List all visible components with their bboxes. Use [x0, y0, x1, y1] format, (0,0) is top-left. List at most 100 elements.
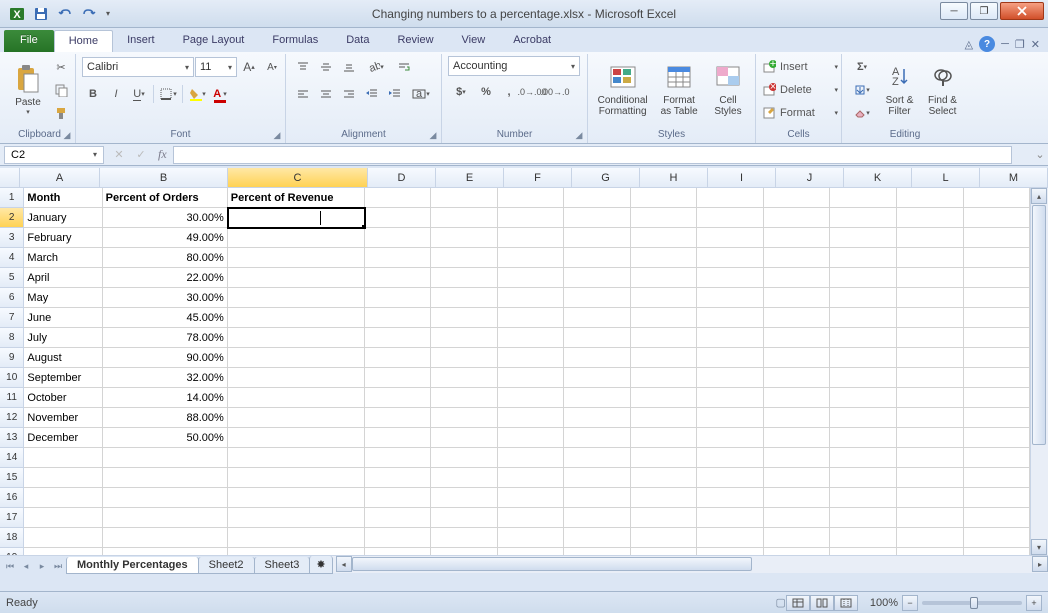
excel-icon[interactable]: X	[6, 3, 28, 25]
cell-A18[interactable]	[24, 528, 102, 548]
cell-C10[interactable]	[228, 368, 365, 388]
cell-I17[interactable]	[697, 508, 764, 528]
cell-L6[interactable]	[897, 288, 964, 308]
page-break-view-button[interactable]	[834, 595, 858, 611]
cell-C14[interactable]	[228, 448, 365, 468]
qat-customize-icon[interactable]: ▾	[102, 3, 114, 25]
cell-G18[interactable]	[564, 528, 631, 548]
cell-I1[interactable]	[697, 188, 764, 208]
underline-button[interactable]: U ▾	[128, 83, 150, 105]
cell-H4[interactable]	[631, 248, 698, 268]
cell-A11[interactable]: October	[24, 388, 102, 408]
clear-button[interactable]: ▾	[848, 102, 876, 124]
cell-L19[interactable]	[897, 548, 964, 555]
name-box[interactable]: C2▾	[4, 146, 104, 164]
row-header[interactable]: 4	[0, 248, 24, 268]
cell-A7[interactable]: June	[24, 308, 102, 328]
delete-cells-button[interactable]: ×Delete▾	[762, 79, 838, 101]
pagelayout-tab[interactable]: Page Layout	[169, 30, 259, 52]
cell-H17[interactable]	[631, 508, 698, 528]
cell-L13[interactable]	[897, 428, 964, 448]
cell-M2[interactable]	[964, 208, 1030, 228]
cell-L4[interactable]	[897, 248, 964, 268]
cell-F5[interactable]	[498, 268, 565, 288]
cell-C19[interactable]	[228, 548, 365, 555]
cell-B13[interactable]: 50.00%	[103, 428, 228, 448]
format-painter-icon[interactable]	[50, 102, 72, 124]
cell-M9[interactable]	[964, 348, 1030, 368]
cell-E14[interactable]	[431, 448, 498, 468]
cell-M14[interactable]	[964, 448, 1030, 468]
cell-G8[interactable]	[564, 328, 631, 348]
cell-K17[interactable]	[830, 508, 897, 528]
cell-M17[interactable]	[964, 508, 1030, 528]
cell-K4[interactable]	[830, 248, 897, 268]
cell-K5[interactable]	[830, 268, 897, 288]
cell-I12[interactable]	[697, 408, 764, 428]
cell-E4[interactable]	[431, 248, 498, 268]
cell-L10[interactable]	[897, 368, 964, 388]
font-launcher-icon[interactable]: ◢	[271, 129, 283, 141]
cell-L1[interactable]	[897, 188, 964, 208]
cell-J18[interactable]	[764, 528, 831, 548]
cell-D14[interactable]	[365, 448, 432, 468]
cell-D12[interactable]	[365, 408, 432, 428]
cell-B5[interactable]: 22.00%	[103, 268, 228, 288]
cell-D15[interactable]	[365, 468, 432, 488]
cell-J9[interactable]	[764, 348, 831, 368]
column-header-A[interactable]: A	[20, 168, 100, 187]
cell-I15[interactable]	[697, 468, 764, 488]
cell-G3[interactable]	[564, 228, 631, 248]
cell-B7[interactable]: 45.00%	[103, 308, 228, 328]
cell-F1[interactable]	[498, 188, 565, 208]
zoom-slider[interactable]	[922, 601, 1022, 605]
cell-K12[interactable]	[830, 408, 897, 428]
cell-M18[interactable]	[964, 528, 1030, 548]
paste-button[interactable]: Paste ▾	[10, 56, 46, 122]
row-header[interactable]: 15	[0, 468, 24, 488]
cell-C5[interactable]	[228, 268, 365, 288]
macro-record-icon[interactable]: ▢	[775, 596, 785, 609]
align-top-icon[interactable]	[292, 56, 314, 78]
cell-D2[interactable]	[365, 208, 432, 228]
cell-K13[interactable]	[830, 428, 897, 448]
doc-restore-icon[interactable]: ❐	[1015, 38, 1025, 51]
cell-H13[interactable]	[631, 428, 698, 448]
align-left-icon[interactable]	[292, 83, 314, 105]
cell-M8[interactable]	[964, 328, 1030, 348]
cell-M1[interactable]	[964, 188, 1030, 208]
doc-close-icon[interactable]: ✕	[1031, 38, 1040, 51]
column-header-F[interactable]: F	[504, 168, 572, 187]
cell-D19[interactable]	[365, 548, 432, 555]
cell-F10[interactable]	[498, 368, 565, 388]
cancel-formula-icon[interactable]: ✕	[108, 144, 130, 166]
zoom-out-button[interactable]: −	[902, 595, 918, 611]
cell-D8[interactable]	[365, 328, 432, 348]
cell-A13[interactable]: December	[24, 428, 102, 448]
cell-J2[interactable]	[764, 208, 831, 228]
cell-I5[interactable]	[697, 268, 764, 288]
cell-K9[interactable]	[830, 348, 897, 368]
column-header-I[interactable]: I	[708, 168, 776, 187]
decrease-decimal-icon[interactable]: .00→.0	[544, 81, 566, 103]
cell-A9[interactable]: August	[24, 348, 102, 368]
cell-E16[interactable]	[431, 488, 498, 508]
cell-B4[interactable]: 80.00%	[103, 248, 228, 268]
conditional-formatting-button[interactable]: Conditional Formatting	[594, 56, 651, 122]
cell-B9[interactable]: 90.00%	[103, 348, 228, 368]
wrap-text-button[interactable]	[390, 56, 418, 78]
cell-H16[interactable]	[631, 488, 698, 508]
cell-K7[interactable]	[830, 308, 897, 328]
cell-F13[interactable]	[498, 428, 565, 448]
cut-icon[interactable]: ✂	[50, 56, 72, 78]
cell-A5[interactable]: April	[24, 268, 102, 288]
cell-M16[interactable]	[964, 488, 1030, 508]
cell-F17[interactable]	[498, 508, 565, 528]
cell-C16[interactable]	[228, 488, 365, 508]
cell-I13[interactable]	[697, 428, 764, 448]
italic-button[interactable]: I	[105, 83, 127, 105]
view-tab[interactable]: View	[448, 30, 500, 52]
cell-L17[interactable]	[897, 508, 964, 528]
row-header[interactable]: 2	[0, 208, 24, 228]
cell-E17[interactable]	[431, 508, 498, 528]
